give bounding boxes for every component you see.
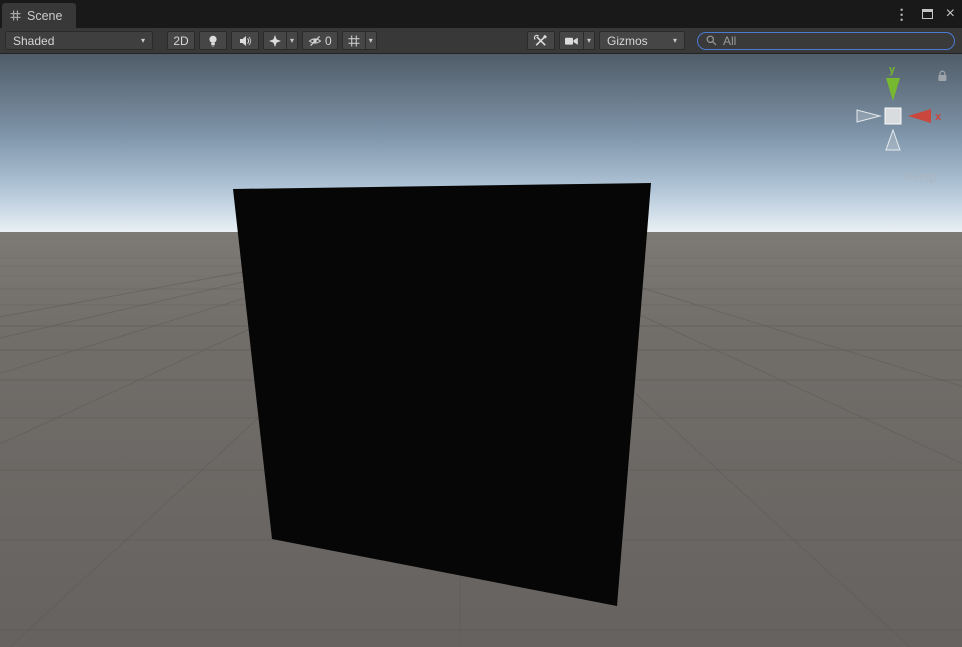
- grid-dropdown-group: ▾: [342, 31, 377, 50]
- effects-dropdown[interactable]: ▾: [286, 32, 297, 49]
- chevron-down-icon: ▾: [369, 37, 373, 45]
- gizmos-label: Gizmos: [607, 34, 648, 48]
- camera-icon: [564, 34, 579, 48]
- gizmo-center-cube[interactable]: [885, 108, 901, 124]
- axis-y-cone[interactable]: [886, 78, 900, 101]
- draw-mode-dropdown[interactable]: Shaded ▾: [5, 31, 153, 50]
- effects-icon: [268, 34, 282, 48]
- effects-toggle[interactable]: [264, 32, 286, 49]
- grid-settings-dropdown[interactable]: ▾: [365, 32, 376, 49]
- camera-dropdown[interactable]: ▾: [583, 32, 594, 49]
- axis-neg-y-cone[interactable]: [886, 130, 900, 150]
- window-tab-bar: Scene ⋮ ×: [0, 0, 962, 28]
- light-bulb-icon: [206, 34, 220, 48]
- scene-object-black-cube[interactable]: [233, 183, 651, 606]
- axis-neg-x-cone[interactable]: [857, 110, 880, 122]
- lock-icon[interactable]: [936, 70, 949, 82]
- scene-render-canvas[interactable]: [0, 54, 962, 647]
- camera-dropdown-group: ▾: [559, 31, 595, 50]
- tab-scene[interactable]: Scene: [2, 3, 76, 28]
- component-tools-button[interactable]: [527, 31, 555, 50]
- speaker-icon: [238, 34, 252, 48]
- close-icon[interactable]: ×: [946, 6, 955, 22]
- axis-x-cone[interactable]: [908, 109, 931, 123]
- scene-viewport[interactable]: y x Persp: [0, 54, 962, 647]
- window-menu-icon[interactable]: ⋮: [895, 7, 909, 21]
- gizmos-dropdown[interactable]: Gizmos ▾: [599, 31, 685, 50]
- hidden-objects-count: 0: [325, 34, 332, 48]
- tools-icon: [533, 34, 548, 48]
- maximize-icon[interactable]: [922, 9, 933, 19]
- effects-dropdown-group: ▾: [263, 31, 298, 50]
- eye-off-icon: [308, 34, 322, 48]
- axis-x-label: x: [935, 111, 942, 123]
- grid-icon: [347, 34, 361, 48]
- tab-scene-label: Scene: [27, 9, 62, 23]
- window-controls: ⋮ ×: [895, 0, 955, 28]
- scene-grid-icon: [10, 10, 21, 21]
- chevron-down-icon: ▾: [587, 37, 591, 45]
- scene-search-field[interactable]: [697, 32, 955, 50]
- chevron-down-icon: ▾: [673, 37, 677, 45]
- chevron-down-icon: ▾: [290, 37, 294, 45]
- scene-view-toolbar: Shaded ▾ 2D ▾: [0, 28, 962, 54]
- grid-visibility-toggle[interactable]: [343, 32, 365, 49]
- projection-toggle[interactable]: Persp: [904, 171, 937, 185]
- orientation-gizmo[interactable]: y x: [845, 56, 949, 156]
- draw-mode-label: Shaded: [13, 34, 54, 48]
- mode-2d-label: 2D: [173, 34, 188, 48]
- search-icon: [705, 34, 718, 47]
- audio-toggle[interactable]: [231, 31, 259, 50]
- search-input[interactable]: [723, 34, 946, 48]
- mode-2d-toggle[interactable]: 2D: [167, 31, 195, 50]
- chevron-down-icon: ▾: [141, 37, 145, 45]
- lighting-toggle[interactable]: [199, 31, 227, 50]
- hidden-objects-button[interactable]: 0: [302, 31, 338, 50]
- axis-y-label: y: [889, 64, 896, 76]
- camera-settings-button[interactable]: [560, 32, 583, 49]
